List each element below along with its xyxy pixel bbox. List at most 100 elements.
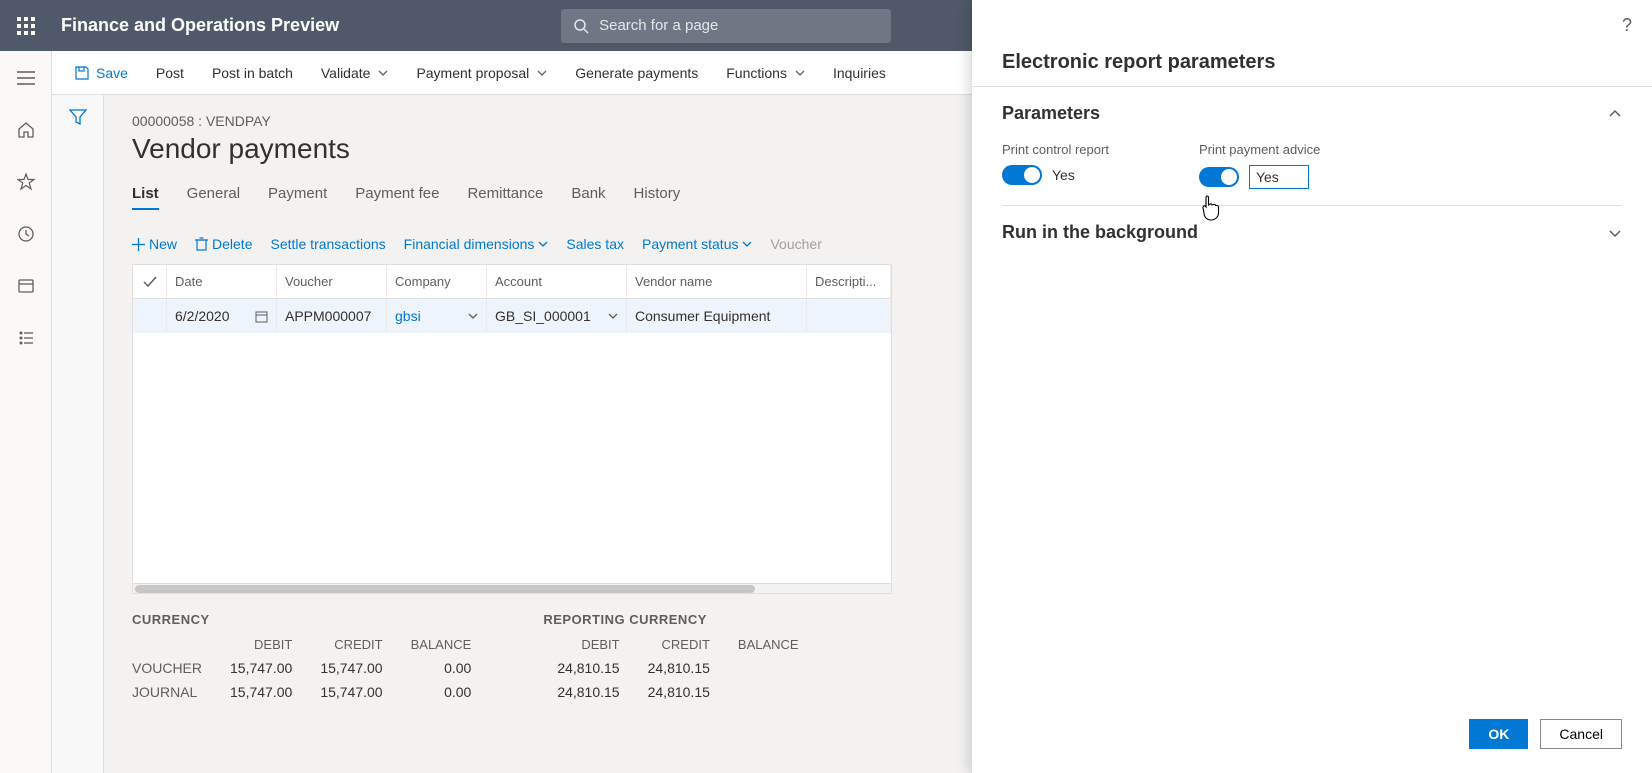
generate-payments-button[interactable]: Generate payments — [561, 51, 712, 95]
chevron-down-icon — [537, 68, 547, 78]
calendar-icon[interactable] — [255, 310, 268, 323]
tab-payment[interactable]: Payment — [268, 185, 327, 210]
header-description[interactable]: Descripti... — [807, 265, 891, 298]
col-debit: DEBIT — [216, 633, 306, 656]
print-control-report-toggle[interactable] — [1002, 165, 1042, 185]
flyout-footer: OK Cancel — [972, 703, 1652, 773]
col-credit: CREDIT — [634, 633, 724, 656]
currency-totals: CURRENCY DEBITCREDITBALANCE VOUCHER15,74… — [132, 612, 485, 704]
tab-payment-fee[interactable]: Payment fee — [355, 185, 439, 210]
help-icon[interactable]: ? — [1622, 15, 1632, 36]
header-voucher[interactable]: Voucher — [277, 265, 387, 298]
chevron-down-icon — [378, 68, 388, 78]
print-control-report-value: Yes — [1052, 167, 1075, 183]
col-balance: BALANCE — [397, 633, 486, 656]
cell-vendor-name[interactable]: Consumer Equipment — [627, 299, 807, 333]
flyout-head: ? — [972, 0, 1652, 51]
rail-recent-icon[interactable] — [0, 215, 52, 253]
rail-home-icon[interactable] — [0, 111, 52, 149]
flyout-title: Electronic report parameters — [972, 51, 1652, 87]
chevron-down-icon — [795, 68, 805, 78]
parameters-section: Parameters Print control report Yes Prin… — [1002, 87, 1622, 206]
chevron-down-icon[interactable] — [468, 311, 478, 321]
trash-icon — [195, 237, 208, 251]
horizontal-scrollbar[interactable] — [133, 583, 891, 593]
chevron-down-icon — [742, 239, 752, 249]
chevron-down-icon — [538, 239, 548, 249]
functions-menu[interactable]: Functions — [712, 51, 819, 95]
print-control-report-field: Print control report Yes — [1002, 142, 1109, 189]
tab-bank[interactable]: Bank — [571, 185, 605, 210]
col-balance: BALANCE — [724, 633, 813, 656]
col-debit: DEBIT — [543, 633, 633, 656]
run-in-background-section: Run in the background — [1002, 206, 1622, 259]
print-payment-advice-label: Print payment advice — [1199, 142, 1320, 157]
row-selector[interactable] — [133, 299, 167, 333]
filter-pane-toggle[interactable] — [52, 95, 104, 773]
parameters-section-title: Parameters — [1002, 103, 1100, 124]
col-credit: CREDIT — [306, 633, 396, 656]
print-payment-advice-toggle[interactable] — [1199, 167, 1239, 187]
payment-status-menu[interactable]: Payment status — [642, 236, 753, 252]
table-row[interactable]: 6/2/2020 APPM000007 gbsi GB_SI_000001 Co… — [133, 299, 891, 333]
print-payment-advice-value[interactable]: Yes — [1249, 165, 1309, 189]
currency-caption: CURRENCY — [132, 612, 485, 627]
tab-remittance[interactable]: Remittance — [467, 185, 543, 210]
left-rail — [0, 51, 52, 773]
sales-tax-button[interactable]: Sales tax — [566, 236, 624, 252]
payment-proposal-menu[interactable]: Payment proposal — [402, 51, 561, 95]
cell-date[interactable]: 6/2/2020 — [167, 299, 277, 333]
cell-account[interactable]: GB_SI_000001 — [487, 299, 627, 333]
new-button[interactable]: New — [132, 236, 177, 252]
cancel-button[interactable]: Cancel — [1540, 719, 1622, 749]
search-icon — [573, 18, 589, 34]
tab-general[interactable]: General — [187, 185, 240, 210]
grid-empty-area — [133, 333, 891, 583]
save-label: Save — [96, 65, 128, 81]
row-voucher: VOUCHER — [132, 656, 216, 680]
search-input[interactable]: Search for a page — [561, 9, 891, 43]
chevron-down-icon — [1608, 226, 1622, 240]
search-placeholder: Search for a page — [599, 17, 718, 34]
header-date[interactable]: Date — [167, 265, 277, 298]
row-journal: JOURNAL — [132, 680, 216, 704]
print-control-report-label: Print control report — [1002, 142, 1109, 157]
rail-favorites-icon[interactable] — [0, 163, 52, 201]
parameters-section-toggle[interactable]: Parameters — [1002, 103, 1622, 124]
payments-grid: Date Voucher Company Account Vendor name… — [132, 264, 892, 594]
financial-dimensions-menu[interactable]: Financial dimensions — [404, 236, 549, 252]
run-in-background-title: Run in the background — [1002, 222, 1198, 243]
post-button[interactable]: Post — [142, 51, 198, 95]
parameters-flyout: ? Electronic report parameters Parameter… — [972, 0, 1652, 773]
header-vendor-name[interactable]: Vendor name — [627, 265, 807, 298]
header-company[interactable]: Company — [387, 265, 487, 298]
header-account[interactable]: Account — [487, 265, 627, 298]
cell-company[interactable]: gbsi — [387, 299, 487, 333]
rail-workspaces-icon[interactable] — [0, 267, 52, 305]
voucher-button[interactable]: Voucher — [770, 236, 821, 252]
run-in-background-toggle[interactable]: Run in the background — [1002, 222, 1622, 243]
validate-menu[interactable]: Validate — [307, 51, 403, 95]
cell-voucher[interactable]: APPM000007 — [277, 299, 387, 333]
save-button[interactable]: Save — [60, 51, 142, 95]
settle-transactions-button[interactable]: Settle transactions — [270, 236, 385, 252]
chevron-up-icon — [1608, 107, 1622, 121]
rail-modules-icon[interactable] — [0, 319, 52, 357]
tab-list[interactable]: List — [132, 185, 159, 210]
plus-icon — [132, 238, 145, 251]
inquiries-menu[interactable]: Inquiries — [819, 51, 900, 95]
print-payment-advice-field: Print payment advice Yes — [1199, 142, 1320, 189]
reporting-caption: REPORTING CURRENCY — [543, 612, 812, 627]
select-all-header[interactable] — [133, 265, 167, 298]
chevron-down-icon[interactable] — [608, 311, 618, 321]
cell-description[interactable] — [807, 299, 891, 333]
tab-history[interactable]: History — [634, 185, 681, 210]
post-in-batch-button[interactable]: Post in batch — [198, 51, 307, 95]
app-launcher[interactable] — [0, 0, 51, 51]
ok-button[interactable]: OK — [1469, 719, 1528, 749]
funnel-icon — [69, 109, 87, 125]
disk-icon — [74, 65, 90, 81]
rail-hamburger[interactable] — [0, 59, 52, 97]
app-title: Finance and Operations Preview — [61, 15, 339, 36]
delete-button[interactable]: Delete — [195, 236, 252, 252]
